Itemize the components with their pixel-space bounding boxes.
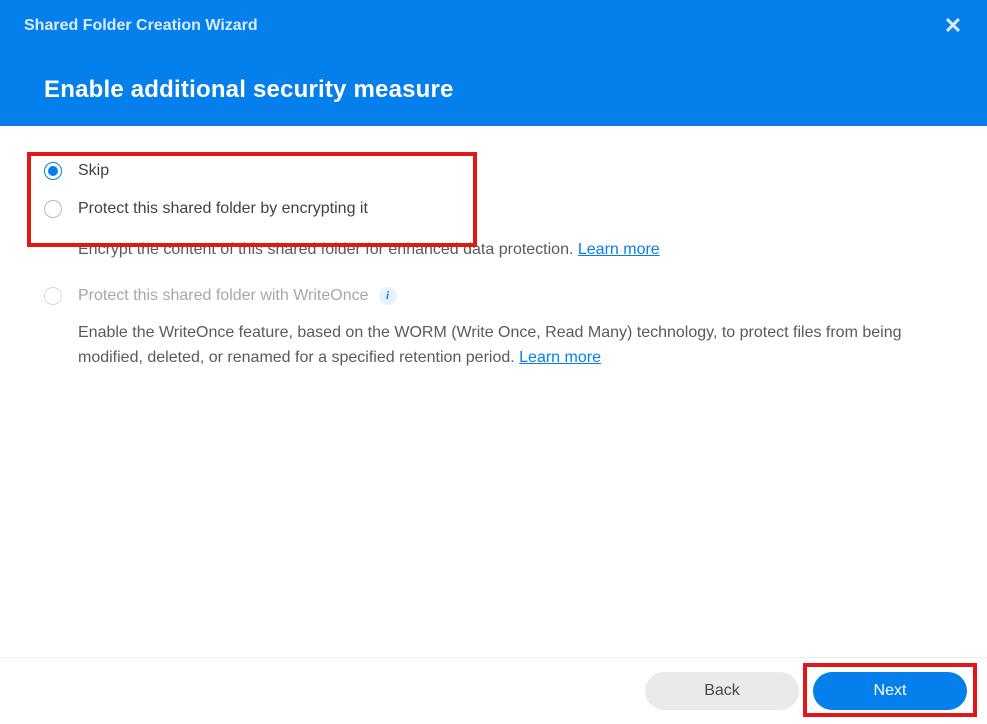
close-button[interactable]: ✕ xyxy=(939,12,967,40)
close-icon: ✕ xyxy=(944,13,962,39)
next-button[interactable]: Next xyxy=(813,672,967,710)
option-encrypt-description: Encrypt the content of this shared folde… xyxy=(78,238,943,263)
option-skip-label: Skip xyxy=(78,162,109,180)
encrypt-learn-more-link[interactable]: Learn more xyxy=(578,241,660,258)
option-writeonce-description: Enable the WriteOnce feature, based on t… xyxy=(78,321,943,371)
window-title: Shared Folder Creation Wizard xyxy=(24,17,258,35)
wizard-footer: Back Next xyxy=(0,657,987,724)
title-bar: Shared Folder Creation Wizard ✕ xyxy=(0,0,987,40)
page-heading: Enable additional security measure xyxy=(0,40,987,126)
radio-writeonce xyxy=(44,287,62,305)
info-icon[interactable]: i xyxy=(379,287,397,305)
wizard-header: Shared Folder Creation Wizard ✕ Enable a… xyxy=(0,0,987,126)
wizard-dialog: Shared Folder Creation Wizard ✕ Enable a… xyxy=(0,0,987,724)
option-skip[interactable]: Skip xyxy=(44,162,943,180)
option-writeonce-label: Protect this shared folder with WriteOnc… xyxy=(78,287,369,305)
back-button[interactable]: Back xyxy=(645,672,799,710)
radio-dot-icon xyxy=(48,166,58,176)
wizard-body: Skip Protect this shared folder by encry… xyxy=(0,126,987,657)
radio-encrypt[interactable] xyxy=(44,200,62,218)
encrypt-desc-text: Encrypt the content of this shared folde… xyxy=(78,241,578,258)
writeonce-desc-text: Enable the WriteOnce feature, based on t… xyxy=(78,324,902,366)
option-encrypt-label: Protect this shared folder by encrypting… xyxy=(78,200,368,218)
writeonce-learn-more-link[interactable]: Learn more xyxy=(519,349,601,366)
option-writeonce: Protect this shared folder with WriteOnc… xyxy=(44,287,943,305)
radio-skip[interactable] xyxy=(44,162,62,180)
option-encrypt[interactable]: Protect this shared folder by encrypting… xyxy=(44,200,943,218)
